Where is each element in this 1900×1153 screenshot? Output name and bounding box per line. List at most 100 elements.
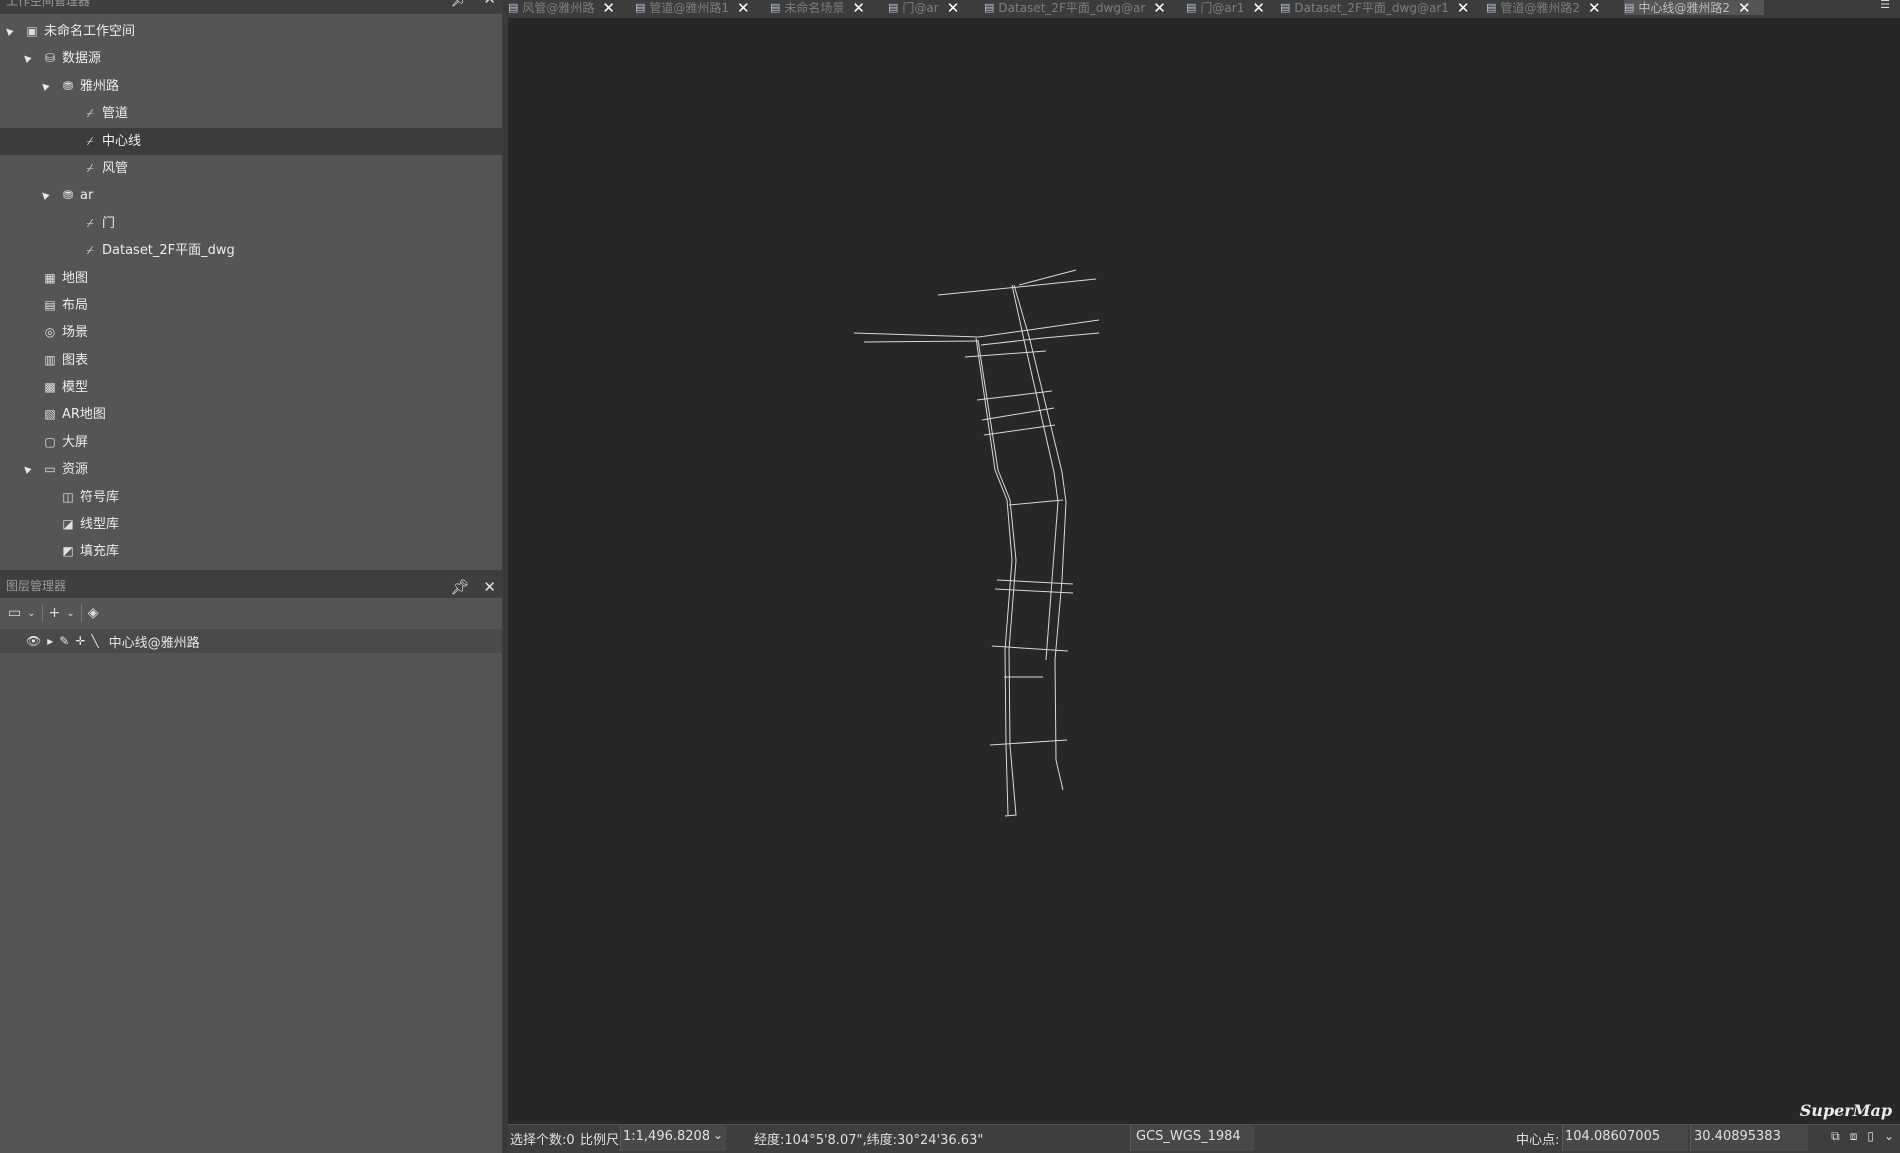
map-view[interactable]: SuperMap bbox=[508, 18, 1900, 1124]
document-tab[interactable]: ▤ 未命名场景 ✕ bbox=[770, 0, 886, 15]
pin-icon[interactable]: 📌︎ bbox=[450, 577, 469, 597]
tree-item[interactable]: ▲ ▣ 未命名工作空间 bbox=[0, 18, 502, 45]
status-bar: 选择个数:0 比例尺: 1:1,496.820889 ⌄ 经度:104°5'8.… bbox=[508, 1124, 1900, 1153]
document-tab[interactable]: ▤ 门@ar ✕ bbox=[888, 0, 982, 15]
centerline-feature[interactable] bbox=[853, 332, 980, 338]
selectable-cursor-icon[interactable]: ▸ bbox=[47, 634, 53, 648]
visibility-eye-icon[interactable]: 👁︎ bbox=[26, 634, 41, 648]
tree-item[interactable]: ⌿ 中心线 bbox=[0, 127, 502, 155]
tree-item[interactable]: ⌿ 管道 bbox=[0, 100, 502, 127]
tree-item[interactable]: ▤ 布局 bbox=[0, 292, 502, 319]
center-y-field[interactable]: 30.40895383 bbox=[1690, 1126, 1808, 1151]
chevron-down-icon[interactable]: ⌄ bbox=[713, 1128, 723, 1142]
tab-label: Dataset_2F平面_dwg@ar1 bbox=[1294, 1, 1449, 15]
document-tab[interactable]: ▤ Dataset_2F平面_dwg@ar1 ✕ bbox=[1280, 0, 1484, 15]
scale-label: 比例尺: bbox=[580, 1133, 624, 1148]
document-tab[interactable]: ▤ 中心线@雅州路2 ✕ bbox=[1624, 0, 1764, 15]
document-tab[interactable]: ▤ 风管@雅州路 ✕ bbox=[508, 0, 633, 15]
layer-row[interactable]: 👁︎ ▸ ✎ ✛ ╲ 中心线@雅州路 bbox=[0, 629, 502, 653]
center-y-value: 30.40895383 bbox=[1694, 1129, 1781, 1144]
document-tab[interactable]: ▤ Dataset_2F平面_dwg@ar ✕ bbox=[984, 0, 1184, 15]
paste-icon[interactable]: ⧈ bbox=[1850, 1129, 1858, 1144]
close-icon[interactable]: ✕ bbox=[483, 0, 496, 7]
centerline-feature[interactable] bbox=[976, 390, 1053, 401]
close-icon[interactable]: ✕ bbox=[1252, 0, 1265, 15]
scale-value: 1:1,496.820889 bbox=[623, 1129, 709, 1144]
layer-manager-panel: 图层管理器 📌︎ ✕ ▭ ⌄ + ⌄ ◈ 👁︎ ▸ ✎ ✛ ╲ 中心线@雅州路 bbox=[0, 576, 502, 1153]
tree-item[interactable]: ⌿ Dataset_2F平面_dwg bbox=[0, 237, 502, 264]
tree-item[interactable]: ▲ ⛃ ar bbox=[0, 182, 502, 209]
add-layer-icon[interactable]: + bbox=[49, 605, 61, 621]
expand-arrow-icon[interactable]: ▲ bbox=[15, 458, 39, 482]
pin-icon[interactable]: 📌︎ bbox=[450, 0, 469, 7]
centerline-feature[interactable] bbox=[1011, 284, 1059, 661]
tree-item[interactable]: ◎ 场景 bbox=[0, 319, 502, 346]
lock-icon[interactable]: ▯ bbox=[1867, 1129, 1874, 1144]
tree-item[interactable]: ⌿ 风管 bbox=[0, 155, 502, 182]
tree-item-label: 管道 bbox=[102, 106, 129, 122]
close-icon[interactable]: ✕ bbox=[1153, 0, 1166, 15]
centerline-feature[interactable] bbox=[1013, 284, 1067, 791]
centerline-feature[interactable] bbox=[980, 332, 1100, 346]
editable-pen-icon[interactable]: ✎ bbox=[59, 634, 69, 648]
document-icon: ▤ bbox=[1624, 1, 1635, 14]
workspace-tree: ▲ ▣ 未命名工作空间 ▲ ⛁ 数据源 ▲ ⛃ 雅州路 ⌿ 管道 ⌿ 中心线 ⌿ 风管 ▲ ⛃ ar ⌿ 门 ⌿ Data… bbox=[0, 18, 502, 566]
tree-item[interactable]: ◫ 符号库 bbox=[0, 484, 502, 511]
chevron-down-icon[interactable]: ⌄ bbox=[1884, 1129, 1894, 1144]
scale-dropdown[interactable]: 1:1,496.820889 ⌄ bbox=[620, 1126, 726, 1151]
tree-item[interactable]: ▲ ▭ 资源 bbox=[0, 456, 502, 483]
tree-item[interactable]: ▲ ⛃ 雅州路 bbox=[0, 73, 502, 100]
new-layer-group-icon[interactable]: ▭ bbox=[8, 605, 21, 621]
layer-manager-title-bar: 图层管理器 📌︎ ✕ bbox=[0, 576, 502, 598]
tree-item[interactable]: ◪ 线型库 bbox=[0, 511, 502, 538]
centerline-feature[interactable] bbox=[981, 407, 1055, 421]
close-icon[interactable]: ✕ bbox=[1738, 0, 1751, 15]
tree-item-label: 风管 bbox=[102, 160, 129, 176]
close-icon[interactable]: ✕ bbox=[483, 577, 496, 597]
document-tab[interactable]: ▤ 门@ar1 ✕ bbox=[1186, 0, 1278, 15]
tree-item[interactable]: ▢ 大屏 bbox=[0, 429, 502, 456]
expand-arrow-icon[interactable]: ▲ bbox=[15, 47, 39, 71]
document-tab[interactable]: ▤ 管道@雅州路2 ✕ bbox=[1486, 0, 1622, 15]
centerline-feature[interactable] bbox=[937, 278, 1097, 296]
expand-arrow-icon[interactable]: ▲ bbox=[0, 20, 22, 44]
close-icon[interactable]: ✕ bbox=[1457, 0, 1470, 15]
expand-arrow-icon[interactable]: ▲ bbox=[33, 184, 57, 208]
workspace-icon: ▣ bbox=[26, 24, 38, 38]
centerline-feature[interactable] bbox=[1008, 499, 1064, 506]
snap-icon[interactable]: ✛ bbox=[75, 634, 85, 648]
close-icon[interactable]: ✕ bbox=[852, 0, 865, 15]
copy-icon[interactable]: ⧉ bbox=[1831, 1129, 1840, 1144]
centerline-feature[interactable] bbox=[1018, 269, 1077, 286]
tree-item-label: 场景 bbox=[62, 325, 89, 341]
chevron-down-icon[interactable]: ⌄ bbox=[27, 608, 35, 619]
tree-item-label: 线型库 bbox=[80, 517, 120, 533]
close-icon[interactable]: ✕ bbox=[947, 0, 960, 15]
tree-item[interactable]: ▩ 模型 bbox=[0, 374, 502, 401]
map-canvas[interactable] bbox=[508, 18, 1900, 1124]
tree-item-label: AR地图 bbox=[62, 407, 106, 423]
document-icon: ▤ bbox=[1486, 1, 1497, 14]
document-tab[interactable]: ▤ 管道@雅州路1 ✕ bbox=[635, 0, 768, 15]
tab-list-menu-icon[interactable]: ☰ bbox=[1880, 0, 1890, 11]
tree-item[interactable]: ◩ 填充库 bbox=[0, 538, 502, 565]
center-x-field[interactable]: 104.08607005 bbox=[1562, 1126, 1688, 1151]
tree-item-label: 图表 bbox=[62, 352, 89, 368]
close-icon[interactable]: ✕ bbox=[602, 0, 615, 15]
tree-item[interactable]: ▦ 地图 bbox=[0, 265, 502, 292]
document-icon: ▤ bbox=[888, 1, 899, 14]
tree-item[interactable]: ▥ 图表 bbox=[0, 347, 502, 374]
layer-style-icon[interactable]: ◈ bbox=[88, 605, 99, 621]
datasource-folder-icon: ⛁ bbox=[44, 51, 56, 66]
close-icon[interactable]: ✕ bbox=[1588, 0, 1601, 15]
workspace-manager-title: 工作空间管理器 bbox=[6, 0, 91, 8]
expand-arrow-icon[interactable]: ▲ bbox=[33, 74, 57, 98]
tree-item[interactable]: ⌿ 门 bbox=[0, 210, 502, 237]
tree-item-label: 雅州路 bbox=[80, 78, 120, 94]
close-icon[interactable]: ✕ bbox=[737, 0, 750, 15]
tree-item[interactable]: ▲ ⛁ 数据源 bbox=[0, 45, 502, 72]
crs-box[interactable]: GCS_WGS_1984 bbox=[1130, 1126, 1254, 1151]
chevron-down-icon[interactable]: ⌄ bbox=[66, 608, 74, 619]
tree-item[interactable]: ▧ AR地图 bbox=[0, 401, 502, 428]
centerline-feature[interactable] bbox=[863, 340, 979, 343]
